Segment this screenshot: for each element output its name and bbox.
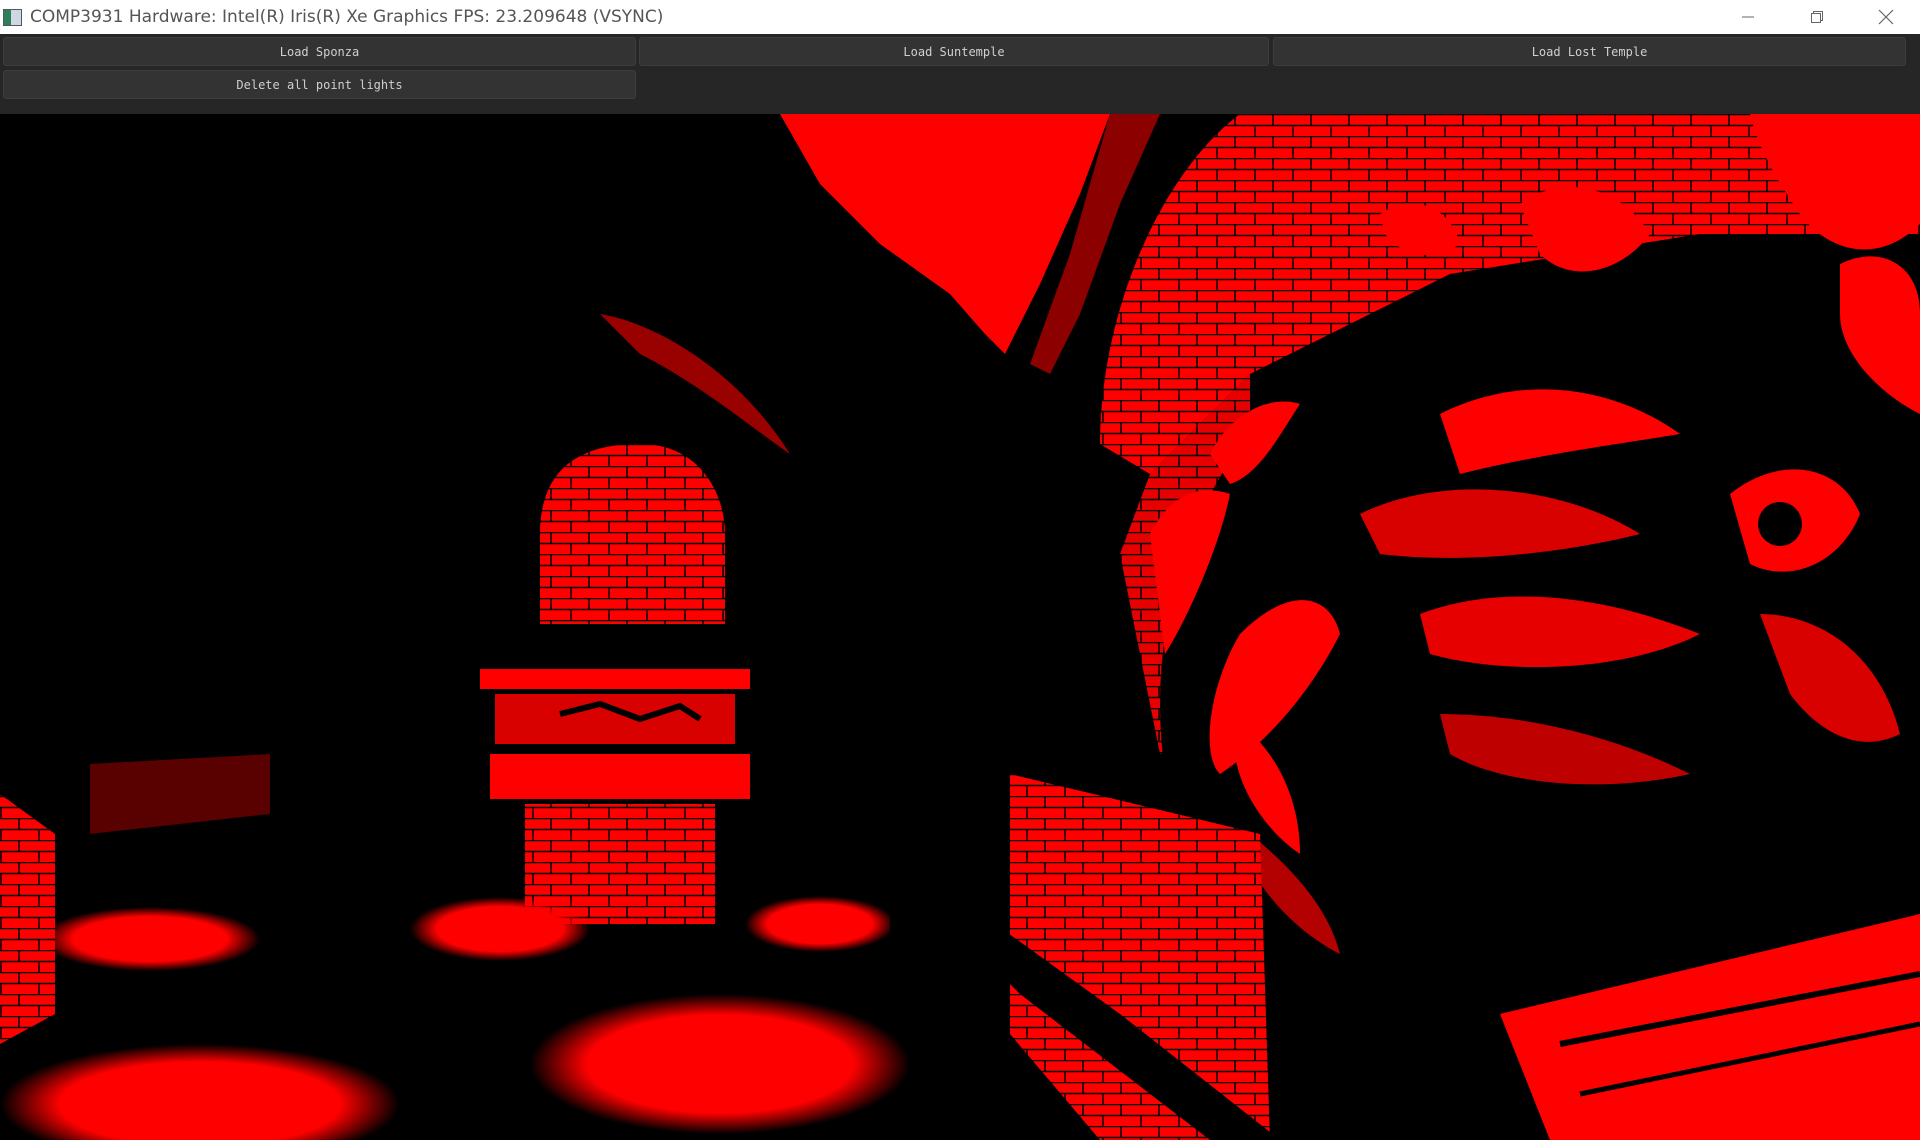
minimize-button[interactable] [1713, 0, 1782, 34]
restore-button[interactable] [1782, 0, 1851, 34]
left-wall-fragment [0, 754, 270, 1044]
app-icon [3, 8, 22, 26]
close-icon [1878, 9, 1894, 25]
application-window: COMP3931 Hardware: Intel(R) Iris(R) Xe G… [0, 0, 1920, 1140]
scene-control-panel: Load Sponza Load Suntemple Load Lost Tem… [0, 34, 1920, 114]
restore-icon [1810, 10, 1824, 24]
rendered-scene [0, 114, 1920, 1140]
render-viewport[interactable] [0, 114, 1920, 1140]
distant-arch-window [540, 314, 790, 624]
close-button[interactable] [1851, 0, 1920, 34]
load-suntemple-label: Load Suntemple [903, 44, 1005, 59]
load-lost-temple-label: Load Lost Temple [1531, 44, 1648, 59]
load-suntemple-button[interactable]: Load Suntemple [639, 37, 1269, 66]
load-sponza-label: Load Sponza [279, 44, 360, 59]
delete-point-lights-label: Delete all point lights [236, 77, 403, 92]
window-title: COMP3931 Hardware: Intel(R) Iris(R) Xe G… [30, 7, 664, 27]
window-controls [1713, 0, 1920, 34]
title-bar[interactable]: COMP3931 Hardware: Intel(R) Iris(R) Xe G… [0, 0, 1920, 34]
load-lost-temple-button[interactable]: Load Lost Temple [1273, 37, 1906, 66]
delete-point-lights-button[interactable]: Delete all point lights [3, 70, 636, 99]
floor-light-spots [0, 896, 910, 1140]
stone-pedestal [480, 669, 750, 924]
load-sponza-button[interactable]: Load Sponza [3, 37, 636, 66]
ceiling-vault [780, 114, 1160, 374]
minimize-icon [1741, 10, 1755, 24]
